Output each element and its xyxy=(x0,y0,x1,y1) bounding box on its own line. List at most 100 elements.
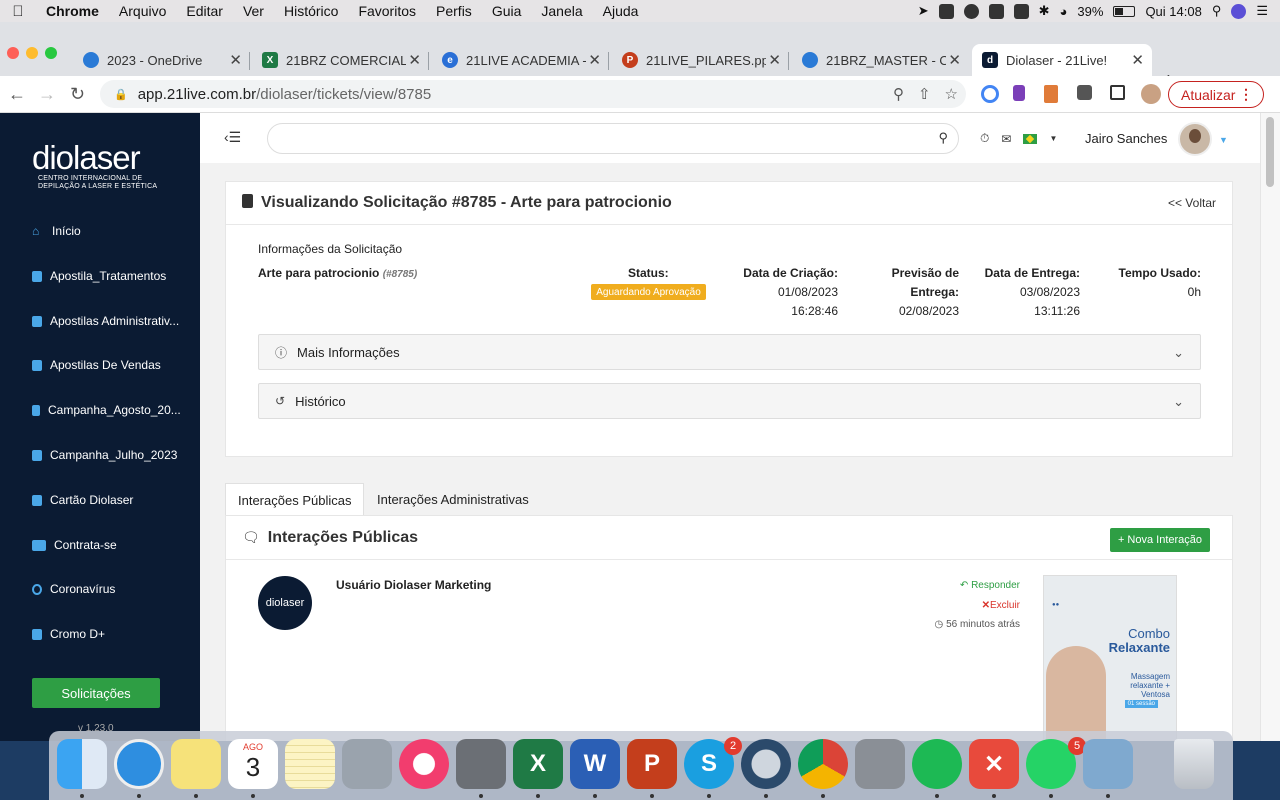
browser-tab-diolaser[interactable]: d Diolaser - 21Live! ✕ xyxy=(972,44,1152,76)
music-icon[interactable] xyxy=(399,739,449,789)
excel-icon[interactable]: X xyxy=(513,739,563,789)
close-tab-icon[interactable]: ✕ xyxy=(768,51,781,69)
trash-icon[interactable] xyxy=(1174,739,1214,789)
menu-app-icon[interactable] xyxy=(988,3,1004,19)
sidebar-item-cartao-diolaser[interactable]: Cartão Diolaser xyxy=(32,490,192,510)
checkmark-status-icon[interactable] xyxy=(963,3,979,19)
battery-percent[interactable]: 39% xyxy=(1077,4,1103,19)
menu-ajuda[interactable]: Ajuda xyxy=(593,3,649,19)
app-search-input[interactable]: ⚲ xyxy=(267,123,959,154)
user-avatar[interactable] xyxy=(1178,122,1212,156)
notification-app-icon[interactable] xyxy=(938,3,954,19)
chrome-icon[interactable] xyxy=(798,739,848,789)
menu-clock[interactable]: Qui 14:08 xyxy=(1145,4,1201,19)
sidebar-item-apostilas-vendas[interactable]: Apostilas De Vendas xyxy=(32,355,192,375)
page-scrollbar[interactable] xyxy=(1260,113,1280,741)
browser-tab-onedrive[interactable]: 2023 - OneDrive ✕ xyxy=(73,44,250,76)
interaction-attachment-image[interactable]: ●● Combo Relaxante Massagem relaxante + … xyxy=(1043,575,1177,741)
extension-orange-icon[interactable] xyxy=(1044,85,1058,103)
diolaser-logo[interactable]: diolaser CENTRO INTERNACIONAL DE DEPILAÇ… xyxy=(32,141,172,191)
forward-icon[interactable]: → xyxy=(38,84,56,105)
scrollbar-thumb[interactable] xyxy=(1266,117,1274,187)
more-menu-icon[interactable]: ⋮ xyxy=(1239,86,1253,103)
zoom-search-icon[interactable]: ⚲ xyxy=(893,85,904,103)
tab-interacoes-administrativas[interactable]: Interações Administrativas xyxy=(365,483,541,516)
powerpoint-icon[interactable]: P xyxy=(627,739,677,789)
browser-tab-academia[interactable]: e 21LIVE ACADEMIA - ✕ xyxy=(432,44,609,76)
siri-icon[interactable] xyxy=(1231,3,1247,19)
profile-avatar-icon[interactable] xyxy=(1141,84,1161,104)
share-icon[interactable]: ⇧ xyxy=(918,85,931,103)
display-icon[interactable] xyxy=(1013,3,1029,19)
sidebar-item-apostila-tratamentos[interactable]: Apostila_Tratamentos xyxy=(32,266,192,286)
tab-interacoes-publicas[interactable]: Interações Públicas xyxy=(225,483,365,516)
screenshot-icon[interactable] xyxy=(342,739,392,789)
sidebar-item-coronavirus[interactable]: Coronavírus xyxy=(32,579,192,599)
sidebar-item-inicio[interactable]: ⌂ Início xyxy=(32,221,192,241)
delete-link[interactable]: ✕Excluir xyxy=(982,600,1020,611)
spotlight-search-icon[interactable]: ⚲ xyxy=(1212,3,1222,19)
close-tab-icon[interactable]: ✕ xyxy=(1131,51,1144,69)
quicktime-icon[interactable] xyxy=(741,739,791,789)
control-center-icon[interactable]: ☰ xyxy=(1256,3,1268,19)
extensions-puzzle-icon[interactable] xyxy=(1077,85,1092,100)
calculator-icon[interactable] xyxy=(855,739,905,789)
close-tab-icon[interactable]: ✕ xyxy=(229,51,242,69)
chevron-down-icon[interactable]: ⌄ xyxy=(1173,345,1184,361)
extension-purple-icon[interactable] xyxy=(1013,85,1025,101)
wifi-icon[interactable]: ◕ xyxy=(1060,4,1068,19)
accordion-mais-informacoes[interactable]: ⓘ Mais Informações ⌄ xyxy=(258,334,1201,370)
extension-chrome-icon[interactable] xyxy=(981,85,999,103)
accordion-historico[interactable]: ↺ Histórico ⌄ xyxy=(258,383,1201,419)
browser-tab-powerpoint[interactable]: P 21LIVE_PILARES.ppt ✕ xyxy=(612,44,789,76)
chevron-down-icon[interactable]: ⌄ xyxy=(1173,394,1184,410)
close-tab-icon[interactable]: ✕ xyxy=(948,51,961,69)
notes-icon[interactable] xyxy=(285,739,335,789)
menu-ver[interactable]: Ver xyxy=(233,3,274,19)
battery-icon[interactable] xyxy=(1113,5,1136,17)
menu-guia[interactable]: Guia xyxy=(482,3,532,19)
menu-historico[interactable]: Histórico xyxy=(274,3,348,19)
lock-icon[interactable]: 🔒 xyxy=(114,88,128,101)
browser-tab-excel[interactable]: X 21BRZ COMERCIAL | ✕ xyxy=(252,44,429,76)
user-name[interactable]: Jairo Sanches xyxy=(1085,131,1167,146)
menu-toggle-icon[interactable]: ‹☰ xyxy=(224,129,241,146)
safari-icon[interactable] xyxy=(114,739,164,789)
preview-icon[interactable] xyxy=(1083,739,1133,789)
solicitacoes-button[interactable]: Solicitações xyxy=(32,678,160,708)
menu-app-name[interactable]: Chrome xyxy=(36,3,109,19)
minimize-window-button[interactable] xyxy=(26,47,38,59)
sidebar-item-campanha-agosto[interactable]: Campanha_Agosto_20... xyxy=(32,400,192,420)
menu-perfis[interactable]: Perfis xyxy=(426,3,482,19)
back-icon[interactable]: ← xyxy=(8,84,26,105)
reply-link[interactable]: ↶ Responder xyxy=(960,580,1020,591)
word-icon[interactable]: W xyxy=(570,739,620,789)
apple-menu-icon[interactable]:  xyxy=(0,3,36,20)
back-link[interactable]: << Voltar xyxy=(1168,196,1216,210)
close-tab-icon[interactable]: ✕ xyxy=(588,51,601,69)
location-icon[interactable]: ➤ xyxy=(918,3,929,19)
menu-editar[interactable]: Editar xyxy=(176,3,233,19)
address-bar[interactable]: 🔒 app.21live.com.br/diolaser/tickets/vie… xyxy=(100,80,966,108)
new-interaction-button[interactable]: + Nova Interação xyxy=(1110,528,1210,552)
sidebar-item-campanha-julho[interactable]: Campanha_Julho_2023 xyxy=(32,445,192,465)
language-caret-icon[interactable]: ▼ xyxy=(1049,134,1057,143)
bluetooth-icon[interactable]: ✱ xyxy=(1039,3,1050,19)
finder-icon[interactable] xyxy=(57,739,107,789)
stickies-icon[interactable] xyxy=(171,739,221,789)
search-icon[interactable]: ⚲ xyxy=(938,130,948,146)
bookmark-star-icon[interactable]: ☆ xyxy=(945,85,958,103)
system-preferences-icon[interactable] xyxy=(456,739,506,789)
sidebar-item-contrata-se[interactable]: Contrata-se xyxy=(32,535,192,555)
chrome-update-button[interactable]: Atualizar ⋮ xyxy=(1168,81,1264,108)
sidebar-item-apostilas-administrativas[interactable]: Apostilas Administrativ... xyxy=(32,311,192,331)
menu-janela[interactable]: Janela xyxy=(531,3,592,19)
calendar-icon[interactable]: AGO 3 xyxy=(228,739,278,789)
side-panel-icon[interactable] xyxy=(1110,85,1125,100)
mail-icon[interactable]: ✉ xyxy=(1001,132,1011,146)
close-window-button[interactable] xyxy=(7,47,19,59)
maximize-window-button[interactable] xyxy=(45,47,57,59)
sidebar-item-cromo-d[interactable]: Cromo D+ xyxy=(32,624,192,644)
brazil-flag-icon[interactable] xyxy=(1023,133,1038,144)
user-menu-caret-icon[interactable]: ▼ xyxy=(1219,135,1228,145)
